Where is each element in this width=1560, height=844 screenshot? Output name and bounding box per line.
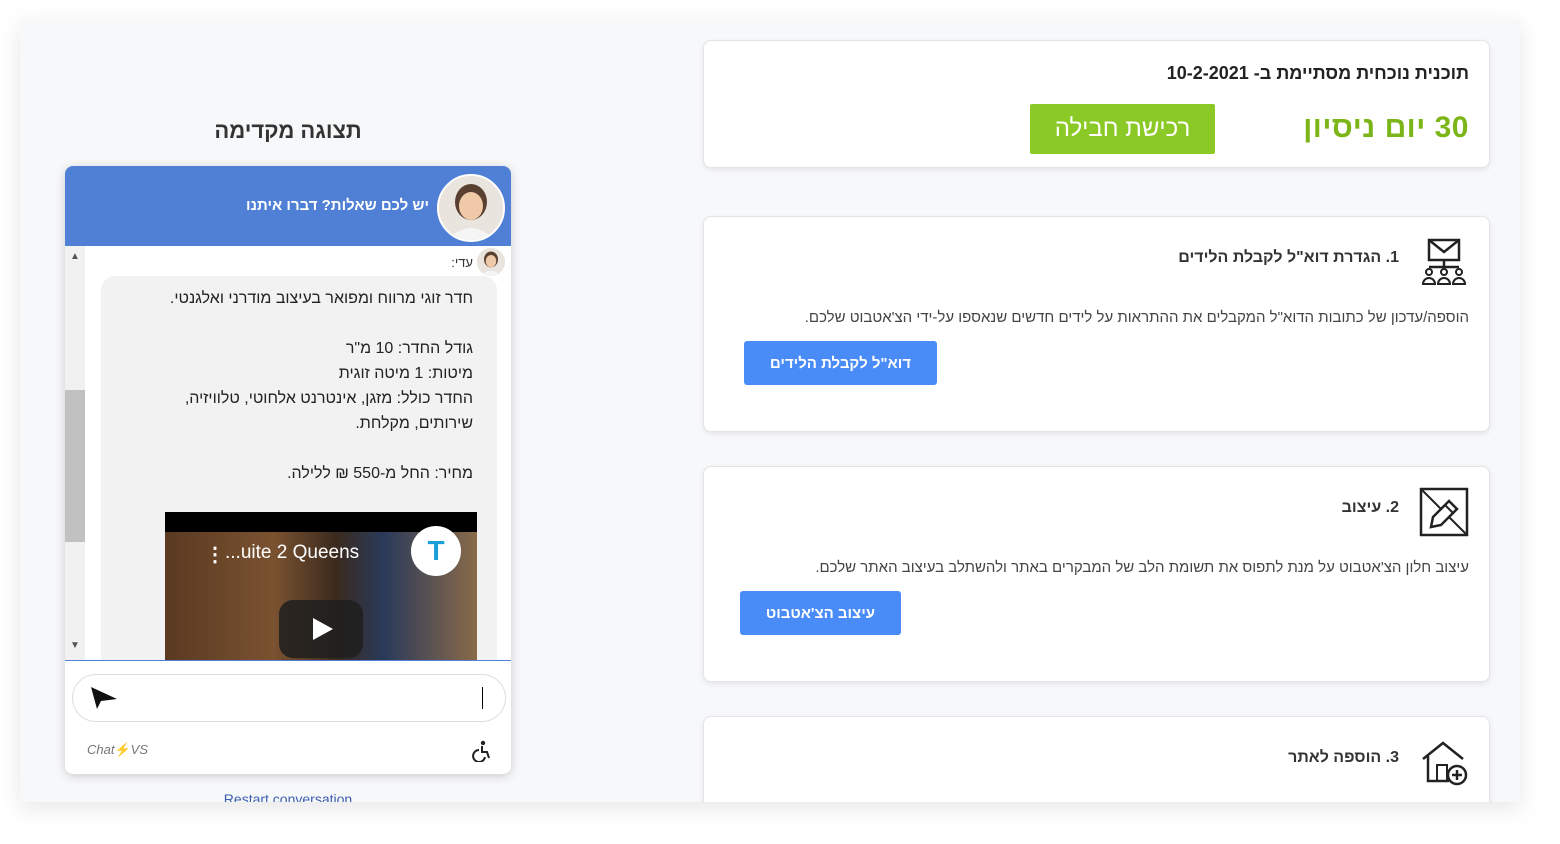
house-add-icon — [1422, 741, 1468, 786]
design-chatbot-button[interactable]: עיצוב הצ'אטבוט — [739, 591, 901, 635]
step-card-add-to-site: 3. הוספה לאתר — [703, 716, 1490, 802]
chat-divider — [65, 660, 511, 661]
brand-logo: Chat⚡VS — [87, 742, 148, 757]
chat-scrollbar[interactable]: ▲ ▼ — [65, 246, 85, 660]
scroll-thumb[interactable] — [65, 390, 85, 542]
agent-avatar — [437, 174, 505, 242]
video-menu-icon[interactable]: ⋮ — [205, 542, 225, 567]
message-line: מחיר: החל מ-550 ₪ ללילה. — [287, 465, 473, 482]
email-network-icon — [1421, 238, 1467, 285]
trial-label: 30 יום ניסיון — [1303, 111, 1469, 144]
play-button[interactable] — [279, 600, 363, 658]
sender-avatar — [477, 248, 505, 276]
text-caret — [482, 687, 483, 709]
send-icon[interactable] — [89, 685, 119, 711]
chat-widget-preview: יש לכם שאלות? דברו איתנו ▲ ▼ עדי: חדר זו… — [65, 166, 511, 774]
message-sender: עדי: — [451, 248, 505, 276]
step-title: 3. הוספה לאתר — [1288, 749, 1399, 766]
step-description: עיצוב חלון הצ'אטבוט על מנת לתפוס את תשומ… — [815, 559, 1469, 576]
chat-message-input[interactable] — [72, 674, 506, 722]
video-embed[interactable]: ⋮ ...uite 2 Queens T — [165, 512, 477, 660]
agent-photo — [439, 176, 503, 240]
message-line: החדר כולל: מזגן, אינטרנט אלחוטי, טלוויזי… — [184, 390, 473, 407]
restart-conversation-link[interactable]: Restart conversation — [65, 791, 511, 802]
step-card-design: 2. עיצוב עיצוב חלון הצ'אטבוט על מנת לתפו… — [703, 466, 1490, 682]
chat-footer: Chat⚡VS — [65, 730, 511, 774]
message-line: גודל החדר: 10 מ"ר — [345, 340, 473, 357]
step-title: 2. עיצוב — [1341, 499, 1399, 516]
channel-logo-icon[interactable]: T — [411, 526, 461, 576]
buy-package-button[interactable]: רכישת חבילה — [1030, 104, 1215, 154]
scroll-down-icon[interactable]: ▼ — [70, 640, 80, 651]
plan-expiry-text: תוכנית נוכחית מסתיימת ב- 10-2-2021 — [1166, 63, 1469, 83]
chat-header: יש לכם שאלות? דברו איתנו — [65, 166, 511, 246]
sender-name: עדי: — [451, 254, 473, 270]
plan-card: תוכנית נוכחית מסתיימת ב- 10-2-2021 30 יו… — [703, 40, 1490, 168]
preview-title: תצוגה מקדימה — [214, 118, 362, 143]
step-card-leads-email: 1. הגדרת דוא"ל לקבלת הלידים הוספה/עדכון … — [703, 216, 1490, 432]
chat-messages[interactable]: ▲ ▼ עדי: חדר זוגי מרווח ומפואר בעיצוב מו… — [65, 246, 511, 660]
design-pencil-icon — [1419, 487, 1469, 537]
leads-email-button[interactable]: דוא"ל לקבלת הלידים — [743, 341, 937, 385]
message-line: שירותים, מקלחת. — [355, 415, 473, 432]
step-title: 1. הגדרת דוא"ל לקבלת הלידים — [1178, 249, 1399, 266]
message-line: חדר זוגי מרווח ומפואר בעיצוב מודרני ואלג… — [169, 290, 473, 307]
video-title: ...uite 2 Queens — [225, 542, 360, 563]
app-frame: תוכנית נוכחית מסתיימת ב- 10-2-2021 30 יו… — [20, 20, 1520, 802]
step-description: הוספה/עדכון של כתובות הדוא"ל המקבלים את … — [804, 309, 1469, 326]
message-line: מיטות: 1 מיטה זוגית — [338, 365, 473, 382]
accessibility-icon[interactable] — [471, 740, 493, 762]
chat-header-title: יש לכם שאלות? דברו איתנו — [246, 197, 429, 214]
scroll-up-icon[interactable]: ▲ — [70, 251, 80, 262]
